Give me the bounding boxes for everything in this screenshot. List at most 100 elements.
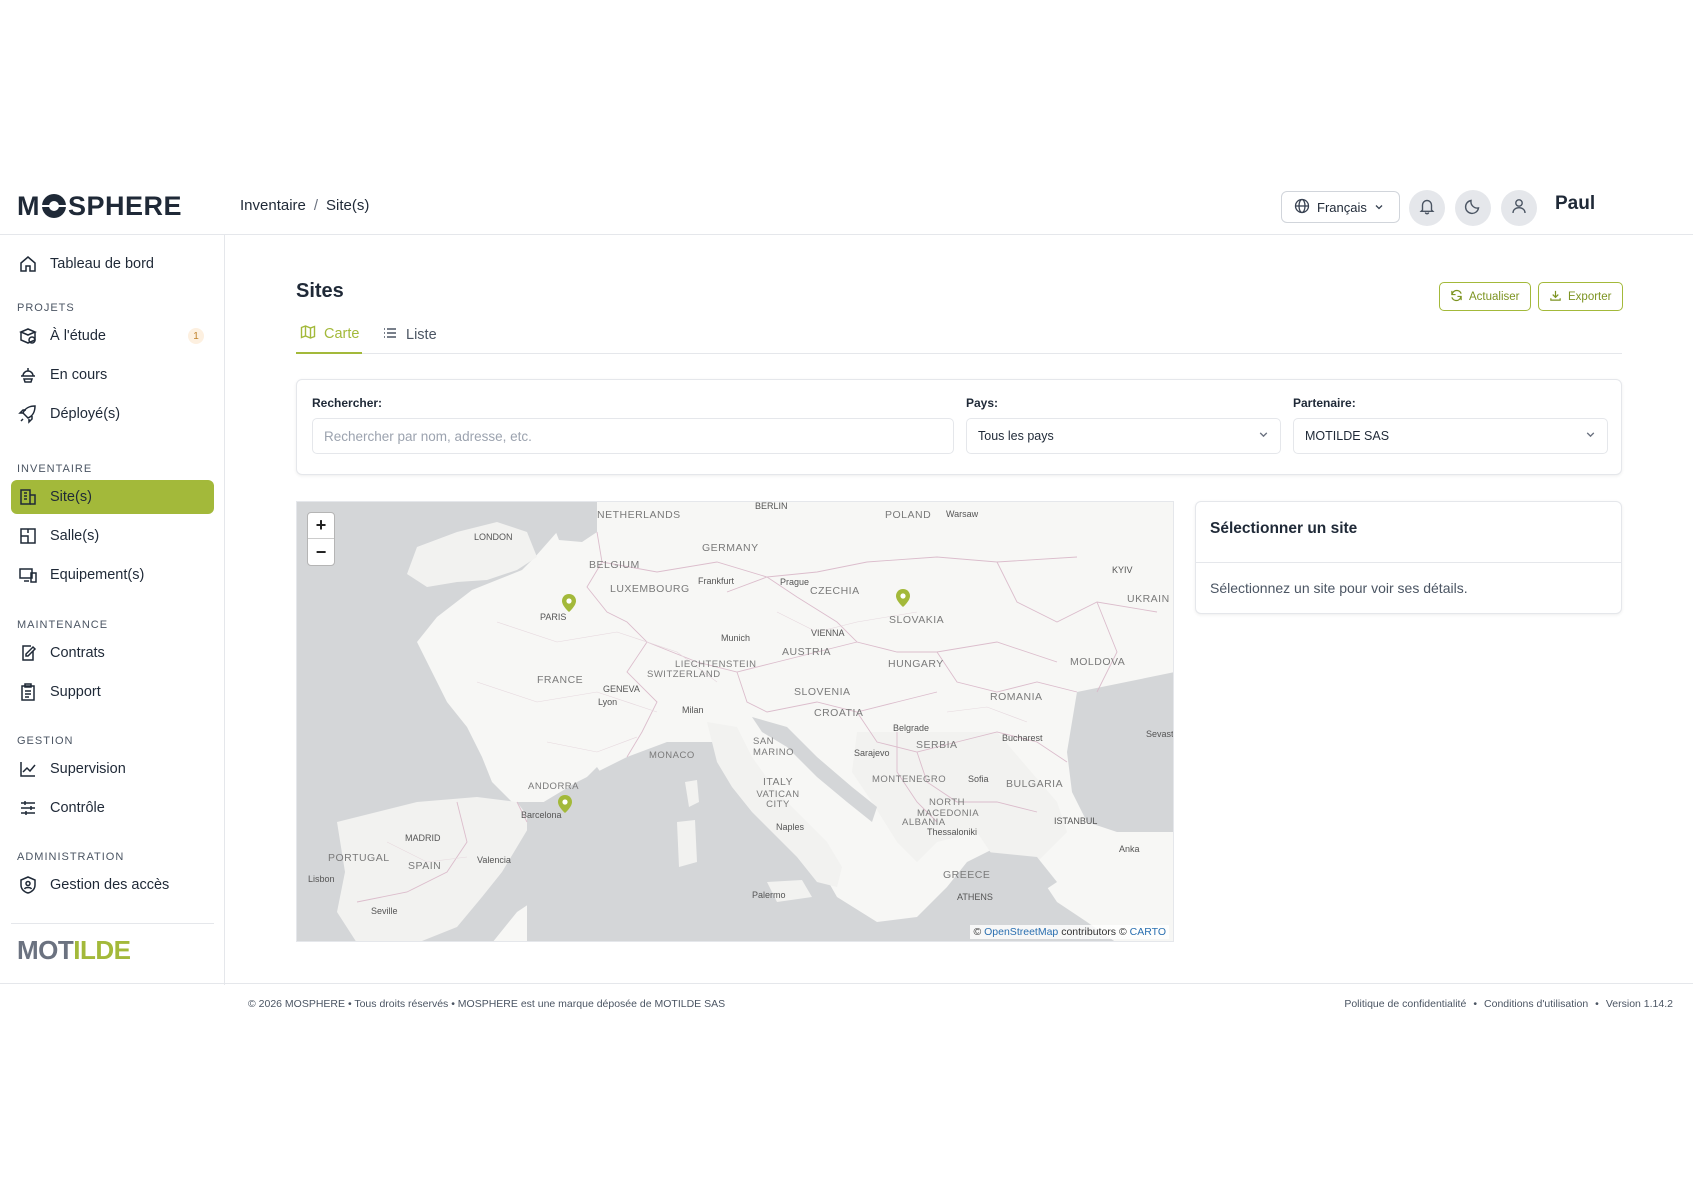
sidebar-item-label: Equipement(s) [50, 567, 145, 583]
map-city: GENEVA [603, 684, 640, 694]
partner-select[interactable]: MOTILDE SAS [1293, 418, 1608, 454]
clipboard-icon [18, 682, 38, 702]
sidebar-item-contrats[interactable]: Contrats [11, 636, 214, 670]
sidebar-item-deployes[interactable]: Déployé(s) [11, 397, 214, 431]
sidebar-item-salles[interactable]: Salle(s) [11, 519, 214, 553]
notifications-button[interactable] [1409, 190, 1445, 226]
user-icon [1510, 197, 1528, 220]
export-label: Exporter [1568, 290, 1612, 303]
sidebar-item-equipements[interactable]: Equipement(s) [11, 558, 214, 592]
map-label: HUNGARY [888, 658, 944, 670]
motilde-logo: MOTILDE [17, 935, 131, 965]
terms-link[interactable]: Conditions d'utilisation [1484, 998, 1588, 1010]
section-label-projets: PROJETS [17, 302, 75, 314]
map-city: Sarajevo [854, 748, 890, 758]
country-select[interactable]: Tous les pays [966, 418, 1281, 454]
site-marker-paris[interactable] [562, 594, 576, 612]
map-city: Frankfurt [698, 576, 735, 586]
map-label: GERMANY [702, 542, 759, 554]
language-selector[interactable]: Français [1281, 191, 1400, 223]
worker-icon [18, 365, 38, 385]
mosphere-logo[interactable]: M SPHERE [17, 191, 182, 221]
zoom-in-button[interactable]: + [308, 513, 334, 539]
carto-link[interactable]: CARTO [1130, 926, 1166, 938]
map-city: Naples [776, 822, 805, 832]
sidebar-item-etude[interactable]: À l'étude 1 [11, 319, 214, 353]
breadcrumb-inventaire[interactable]: Inventaire [240, 197, 306, 214]
map-label: CROATIA [814, 707, 864, 719]
line-chart-icon [18, 759, 38, 779]
view-tabs: Carte Liste [296, 315, 1622, 354]
chevron-down-icon [1585, 429, 1596, 443]
moon-icon [1464, 197, 1482, 220]
map-label: MOLDOVA [1070, 656, 1126, 668]
sidebar-item-support[interactable]: Support [11, 675, 214, 709]
download-icon [1549, 289, 1562, 305]
refresh-button[interactable]: Actualiser [1439, 282, 1531, 311]
map-city: ATHENS [957, 892, 993, 902]
map-city: Lyon [598, 697, 618, 707]
sidebar-item-label: À l'étude [50, 328, 106, 344]
footer-dot: • [1595, 998, 1599, 1010]
blueprint-icon [18, 326, 38, 346]
map-city: Milan [682, 705, 704, 715]
country-label: Pays: [966, 396, 999, 410]
footer-copyright: © 2026 MOSPHERE • Tous droits réservés •… [248, 998, 726, 1010]
export-button[interactable]: Exporter [1538, 282, 1623, 311]
user-menu-button[interactable] [1501, 190, 1537, 226]
sidebar-item-label: Salle(s) [50, 528, 100, 544]
map-city: Belgrade [893, 723, 930, 733]
user-name[interactable]: Paul [1555, 193, 1595, 215]
map-city: Valencia [477, 855, 511, 865]
sidebar-item-acces[interactable]: Gestion des accès [11, 868, 214, 902]
map-label: SERBIA [916, 739, 958, 751]
logo-text-right: SPHERE [68, 190, 183, 221]
map-label: LUXEMBOURG [610, 583, 690, 595]
tab-carte[interactable]: Carte [296, 315, 362, 354]
dark-mode-toggle[interactable] [1455, 190, 1491, 226]
refresh-label: Actualiser [1469, 290, 1520, 303]
breadcrumb-separator: / [313, 197, 319, 214]
site-marker-barcelona[interactable] [558, 795, 572, 813]
map-city: Sofia [968, 774, 989, 784]
map-city: Seville [371, 906, 398, 916]
sidebar-item-label: Support [50, 684, 101, 700]
map-city: Thessaloniki [927, 827, 978, 837]
map-label: SLOVAKIA [889, 614, 945, 626]
site-marker-slovakia[interactable] [896, 589, 910, 607]
map-city: Palermo [752, 890, 786, 900]
privacy-link[interactable]: Politique de confidentialité [1344, 998, 1466, 1010]
section-label-inventaire: INVENTAIRE [17, 463, 93, 475]
sliders-icon [18, 798, 38, 818]
rocket-icon [18, 404, 38, 424]
map-label: ANDORRA [528, 781, 580, 792]
list-icon [382, 325, 398, 345]
map-label: MONACO [649, 750, 695, 761]
breadcrumb-current: Site(s) [326, 197, 370, 214]
search-input[interactable]: Rechercher par nom, adresse, etc. [312, 418, 954, 454]
map-label: GREECE [943, 869, 991, 881]
sidebar-item-controle[interactable]: Contrôle [11, 791, 214, 825]
map-icon [300, 324, 316, 344]
map-city: LONDON [474, 532, 513, 542]
partner-value: MOTILDE SAS [1305, 429, 1390, 443]
page-title: Sites [296, 280, 344, 302]
sites-map[interactable]: NETHERLANDS POLAND GERMANY BELGIUM LUXEM… [296, 501, 1174, 942]
sidebar-divider [11, 923, 214, 924]
sidebar: Tableau de bord PROJETS À l'étude 1 En c… [0, 235, 225, 985]
sidebar-item-label: Contrôle [50, 800, 105, 816]
tab-liste[interactable]: Liste [378, 315, 438, 354]
map-label: UKRAIN [1127, 593, 1170, 605]
chevron-down-icon [1258, 429, 1269, 443]
sidebar-item-sites[interactable]: Site(s) [11, 480, 214, 514]
map-label: NETHERLANDS [597, 509, 681, 521]
map-label: SWITZERLAND [647, 669, 721, 680]
sidebar-item-en-cours[interactable]: En cours [11, 358, 214, 392]
contract-icon [18, 643, 38, 663]
osm-link[interactable]: OpenStreetMap [984, 926, 1058, 938]
sidebar-item-dashboard[interactable]: Tableau de bord [11, 247, 214, 281]
site-details-panel: Sélectionner un site Sélectionnez un sit… [1195, 501, 1622, 614]
map-label: AUSTRIA [782, 646, 832, 658]
zoom-out-button[interactable]: − [308, 539, 334, 565]
sidebar-item-supervision[interactable]: Supervision [11, 752, 214, 786]
